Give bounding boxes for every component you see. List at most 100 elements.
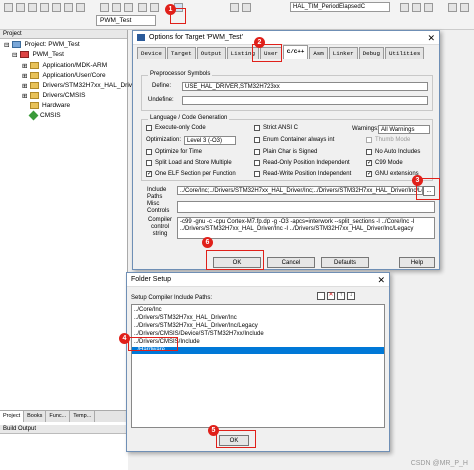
project-root[interactable]: ⊟ Project: PWM_Test [4,40,80,49]
help-button[interactable]: Help [399,257,435,268]
panel-title: Project [0,30,127,39]
toolbar-icon[interactable] [112,3,121,12]
target-select[interactable]: PWM_Test [96,15,156,26]
folder-icon [30,92,40,99]
tab-target[interactable]: Target [166,47,196,59]
toolbar-icon[interactable] [138,3,147,12]
toolbar-icon[interactable] [424,3,433,12]
toolbar-icon[interactable] [412,3,421,12]
misc-controls-input[interactable] [177,201,435,213]
toolbar-icon[interactable] [52,3,61,12]
rw-pi-checkbox[interactable]: Read-Write Position Independent [254,171,351,177]
folder-icon [30,102,39,109]
strict-ansi-checkbox[interactable]: Strict ANSI C [254,125,298,131]
toolbar-icon[interactable] [230,3,239,12]
move-down-icon[interactable]: ↓ [347,292,355,300]
toolbar-icon[interactable] [64,3,73,12]
warnings-label: Warnings: [352,126,379,132]
tree-item-cmsis-drivers[interactable]: ⊞ Drivers/CMSIS [22,91,85,100]
toolbar-icon[interactable] [16,3,25,12]
list-toolbar: ✕ ↑ ↓ [317,292,355,300]
c99-checkbox[interactable]: ✓ C99 Mode [366,160,403,166]
tab-functions[interactable]: Func... [46,411,71,422]
target-node[interactable]: ⊟ PWM_Test [12,50,64,59]
tab-asm[interactable]: Asm [309,47,328,59]
new-folder-icon[interactable] [317,292,325,300]
tab-device[interactable]: Device [137,47,166,59]
folder-setup-dialog: Folder Setup ✕ Setup Compiler Include Pa… [126,272,390,452]
step-badge-1: 1 [165,4,176,15]
toolbar-icon[interactable] [448,3,457,12]
tab-output[interactable]: Output [196,47,226,59]
annotation-box [206,250,264,270]
tree-item-hardware[interactable]: Hardware [30,101,70,110]
toolbar-icon[interactable] [150,3,159,12]
tab-c-cpp[interactable]: C/C++ [282,45,309,59]
codegen-title: Language / Code Generation [148,115,230,121]
tab-debug[interactable]: Debug [358,47,385,59]
step-badge-4: 4 [119,333,130,344]
plain-char-checkbox[interactable]: Plain Char is Signed [254,149,317,155]
include-paths-label: Setup Compiler Include Paths: [131,295,213,301]
undefine-input[interactable] [182,96,428,105]
tree-item-hal-driver[interactable]: ⊞ Drivers/STM32H7xx_HAL_Driver [22,81,138,90]
warnings-select[interactable]: All Warnings [378,125,430,134]
toolbar-icon[interactable] [40,3,49,12]
list-item[interactable]: ../Drivers/STM32H7xx_HAL_Driver/Inc/Lega… [134,323,258,330]
close-icon[interactable]: ✕ [377,275,385,286]
main-toolbar: HAL_TIM_PeriodElapsedC PWM_Test [0,0,474,30]
toolbar-icon[interactable] [76,3,85,12]
toolbar-icon[interactable] [4,3,13,12]
target-icon [20,51,30,58]
list-item[interactable]: ../Core/Inc [134,307,162,314]
folder-icon [30,82,40,89]
options-titlebar: Options for Target 'PWM_Test' [133,31,439,45]
gnu-ext-checkbox[interactable]: ✓ GNU extensions [366,171,419,177]
thumb-mode-checkbox[interactable]: Thumb Mode [366,137,410,143]
find-combo[interactable]: HAL_TIM_PeriodElapsedC [290,2,390,12]
folder-icon [30,72,40,79]
undefine-label: Undefine: [148,97,174,103]
plus-icon: ⊞ [22,62,28,70]
enum-container-checkbox[interactable]: Enum Container always int [254,137,334,143]
project-icon [12,41,22,48]
tab-project[interactable]: Project [0,411,25,422]
build-output-panel: Build Output [0,425,128,470]
toolbar-icon[interactable] [242,3,251,12]
toolbar-icon[interactable] [400,3,409,12]
annotation-box [128,337,178,351]
tree-item-cmsis[interactable]: CMSIS [28,110,61,121]
optimization-select[interactable]: Level 3 (-O3) [184,136,236,145]
optimize-time-checkbox[interactable]: Optimize for Time [146,149,202,155]
compiler-control-label: Compiler control string [147,217,172,237]
toolbar-icon[interactable] [28,3,37,12]
toolbar-icon[interactable] [100,3,109,12]
execute-only-checkbox[interactable]: Execute-only Code [146,125,206,131]
tab-templates[interactable]: Temp... [70,411,96,422]
include-paths-list[interactable]: ../Core/Inc ../Drivers/STM32H7xx_HAL_Dri… [131,304,385,428]
plus-icon: ⊞ [22,92,28,100]
tab-utilities[interactable]: Utilities [385,47,425,59]
include-label: Include Paths [147,187,167,200]
one-elf-checkbox[interactable]: ✓ One ELF Section per Function [146,171,236,177]
ro-pi-checkbox[interactable]: Read-Only Position Independent [254,160,350,166]
tab-linker[interactable]: Linker [328,47,358,59]
defaults-button[interactable]: Defaults [321,257,369,268]
step-badge-6: 6 [202,237,213,248]
split-load-checkbox[interactable]: Split Load and Store Multiple [146,160,232,166]
toolbar-icon[interactable] [124,3,133,12]
step-badge-2: 2 [254,37,265,48]
include-paths-input[interactable]: ../Core/Inc;../Drivers/STM32H7xx_HAL_Dri… [177,186,423,195]
move-up-icon[interactable]: ↑ [337,292,345,300]
tree-item-user-core[interactable]: ⊞ Application/User/Core [22,71,106,80]
cancel-button[interactable]: Cancel [267,257,315,268]
list-item[interactable]: ../Drivers/STM32H7xx_HAL_Driver/Inc [134,315,237,322]
delete-icon[interactable]: ✕ [327,292,335,300]
no-auto-includes-checkbox[interactable]: No Auto Includes [366,149,420,155]
tree-item-mdk-arm[interactable]: ⊞ Application/MDK-ARM [22,61,107,70]
close-icon[interactable]: ✕ [427,33,435,44]
options-dialog: Options for Target 'PWM_Test' ✕ Device T… [132,30,440,270]
tab-books[interactable]: Books [24,411,47,422]
toolbar-icon[interactable] [460,3,469,12]
define-input[interactable]: USE_HAL_DRIVER,STM32H723xx [182,82,428,91]
